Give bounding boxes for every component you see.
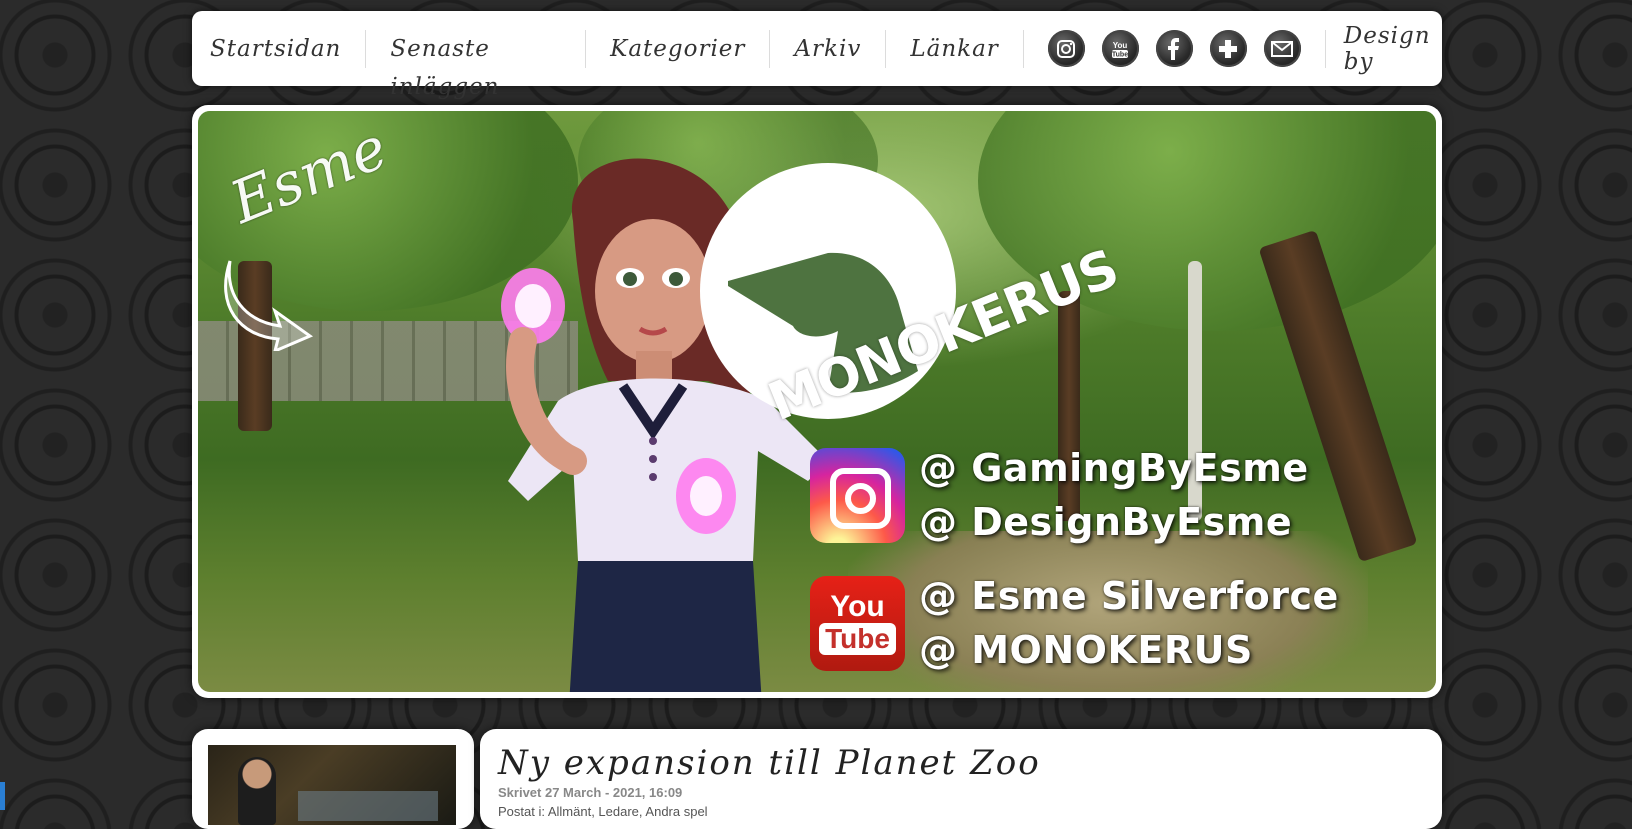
rider-figure xyxy=(238,757,276,825)
instagram-handle-2: @ DesignByEsme xyxy=(919,500,1293,544)
post-date: Skrivet 27 March - 2021, 16:09 xyxy=(498,785,683,800)
header-banner: Esme MONOKERUS @ GamingByEsme @ DesignBy… xyxy=(192,105,1442,698)
mail-icon[interactable] xyxy=(1263,30,1301,67)
social-links: You Tube xyxy=(1047,29,1326,68)
youtube-handle-2: @ MONOKERUS xyxy=(919,628,1253,672)
arrow-icon xyxy=(224,260,314,351)
blog-post: Ny expansion till Planet Zoo Skrivet 27 … xyxy=(480,729,1442,829)
youtube-icon[interactable]: You Tube xyxy=(1101,30,1139,67)
youtube-handle-1: @ Esme Silverforce xyxy=(919,574,1339,618)
facebook-icon[interactable] xyxy=(1155,30,1193,67)
top-navigation: Startsidan Senaste inläggen Kategorier A… xyxy=(192,11,1442,100)
instagram-handle-1: @ GamingByEsme xyxy=(919,446,1309,490)
instagram-icon[interactable] xyxy=(1047,30,1085,67)
plus-icon[interactable] xyxy=(1209,30,1247,67)
nav-senaste-inlaggen[interactable]: Senaste inläggen xyxy=(390,29,587,100)
nav-arkiv[interactable]: Arkiv xyxy=(794,29,887,68)
social-handles: @ GamingByEsme @ DesignByEsme You Tube @… xyxy=(810,441,1339,692)
nav-kategorier[interactable]: Kategorier xyxy=(610,29,771,68)
nav-lankar[interactable]: Länkar xyxy=(910,29,1024,68)
nav-startsidan[interactable]: Startsidan xyxy=(210,29,367,68)
sidebar-image[interactable] xyxy=(208,745,456,825)
design-by-link[interactable]: Design by xyxy=(1344,23,1442,75)
svg-text:Tube: Tube xyxy=(1112,51,1128,58)
instagram-logo-icon xyxy=(810,447,905,543)
sidebar-panel xyxy=(192,729,474,829)
banner-image: Esme MONOKERUS @ GamingByEsme @ DesignBy… xyxy=(198,111,1436,692)
svg-text:You: You xyxy=(1113,41,1128,50)
post-categories[interactable]: Postat i: Allmänt, Ledare, Andra spel xyxy=(498,804,708,819)
post-title[interactable]: Ny expansion till Planet Zoo xyxy=(498,743,1041,783)
side-tab[interactable] xyxy=(0,782,5,810)
youtube-logo-icon: You Tube xyxy=(810,575,905,671)
thumb-detail xyxy=(298,791,438,821)
